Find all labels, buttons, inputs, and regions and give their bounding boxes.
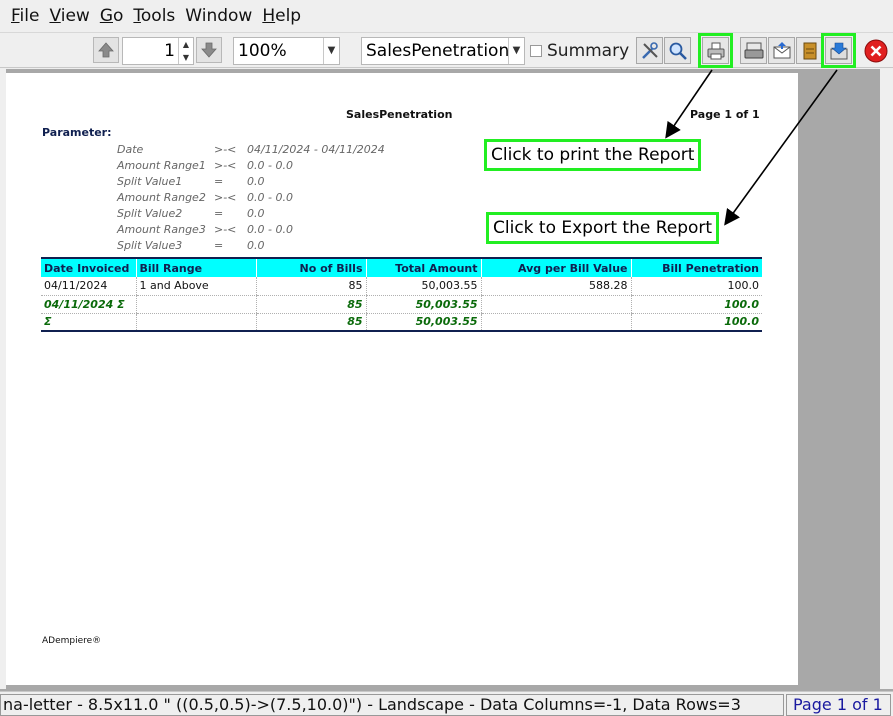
table-cell: Σ [41,313,136,332]
subtotal-row: 04/11/2024 Σ 85 50,003.55 100.0 [41,295,762,314]
column-header: Bill Range [135,257,256,277]
table-cell [135,313,256,332]
table-cell [480,295,631,314]
table-cell: 85 [255,277,366,296]
column-header: Date Invoiced [41,257,136,277]
print-arrow [665,69,713,139]
report-footer: ADempiere® [42,636,102,646]
table-cell: 85 [255,313,366,332]
table-header-row: Date Invoiced Bill Range No of Bills Tot… [41,257,762,277]
callout-arrows [665,69,838,226]
table-cell [135,295,256,314]
grand-total-row: Σ 85 50,003.55 100.0 [41,313,762,332]
table-cell: 04/11/2024 Σ [41,295,136,314]
column-header: Avg per Bill Value [480,257,631,277]
column-header: No of Bills [255,257,366,277]
table-cell: 100.0 [630,277,762,296]
table-cell: 100.0 [630,313,762,332]
status-bar: na-letter - 8.5x11.0 " ((0.5,0.5)->(7.5,… [0,691,893,716]
status-page: Page 1 of 1 [786,694,891,716]
table-row: 04/11/2024 1 and Above 85 50,003.55 588.… [41,277,762,296]
status-info: na-letter - 8.5x11.0 " ((0.5,0.5)->(7.5,… [0,694,784,716]
table-cell: 100.0 [630,295,762,314]
table-cell: 588.28 [480,277,631,296]
table-cell [480,313,631,332]
table-cell: 50,003.55 [365,277,481,296]
table-cell: 85 [255,295,366,314]
table-cell: 50,003.55 [365,295,481,314]
column-header: Total Amount [365,257,481,277]
table-cell: 50,003.55 [365,313,481,332]
table-cell: 1 and Above [135,277,256,296]
export-arrow [724,69,838,226]
report-table: Date Invoiced Bill Range No of Bills Tot… [41,257,762,332]
column-header: Bill Penetration [630,257,762,277]
table-cell: 04/11/2024 [41,277,136,296]
